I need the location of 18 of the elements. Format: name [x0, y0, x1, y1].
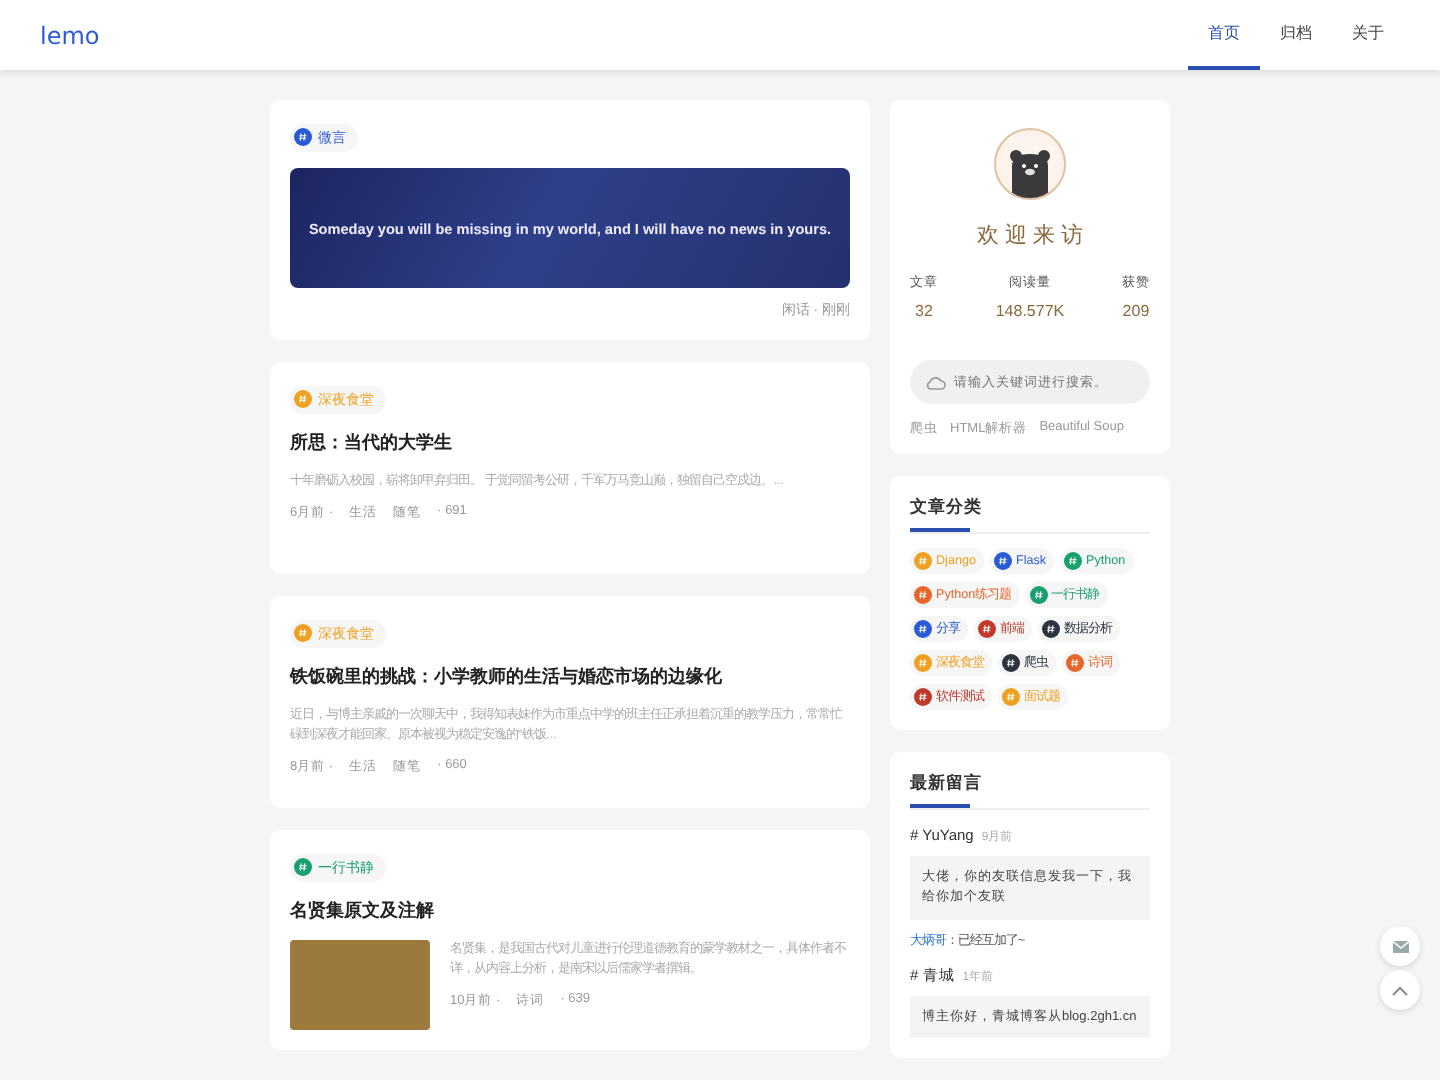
caret-up-icon — [1392, 985, 1408, 995]
back-to-top-button[interactable] — [1380, 970, 1420, 1010]
post-title[interactable]: 铁饭碗里的挑战：小学教师的生活与婚恋市场的边缘化 — [290, 664, 850, 690]
post-title[interactable]: 名贤集原文及注解 — [290, 898, 850, 924]
stat-value: 32 — [913, 302, 935, 320]
photo-placeholder — [290, 940, 430, 1030]
stat-value: 209 — [1121, 302, 1150, 320]
logo[interactable]: lemo — [40, 21, 100, 49]
nav-tab[interactable]: 首页 — [1188, 0, 1260, 70]
mail-button[interactable] — [1380, 926, 1420, 966]
nav-tab[interactable]: 关于 — [1332, 0, 1404, 70]
section-title: 最新留言 — [910, 772, 1150, 810]
section-title: 文章分类 — [910, 496, 1150, 534]
post-title[interactable]: 所思：当代的大学生 — [290, 430, 850, 456]
welcome-text: 欢 迎 来 访 — [976, 221, 1084, 250]
nav-tab[interactable]: 归档 — [1260, 0, 1332, 70]
stat-value: 148.577K — [995, 302, 1065, 320]
mail-icon — [1391, 939, 1409, 953]
